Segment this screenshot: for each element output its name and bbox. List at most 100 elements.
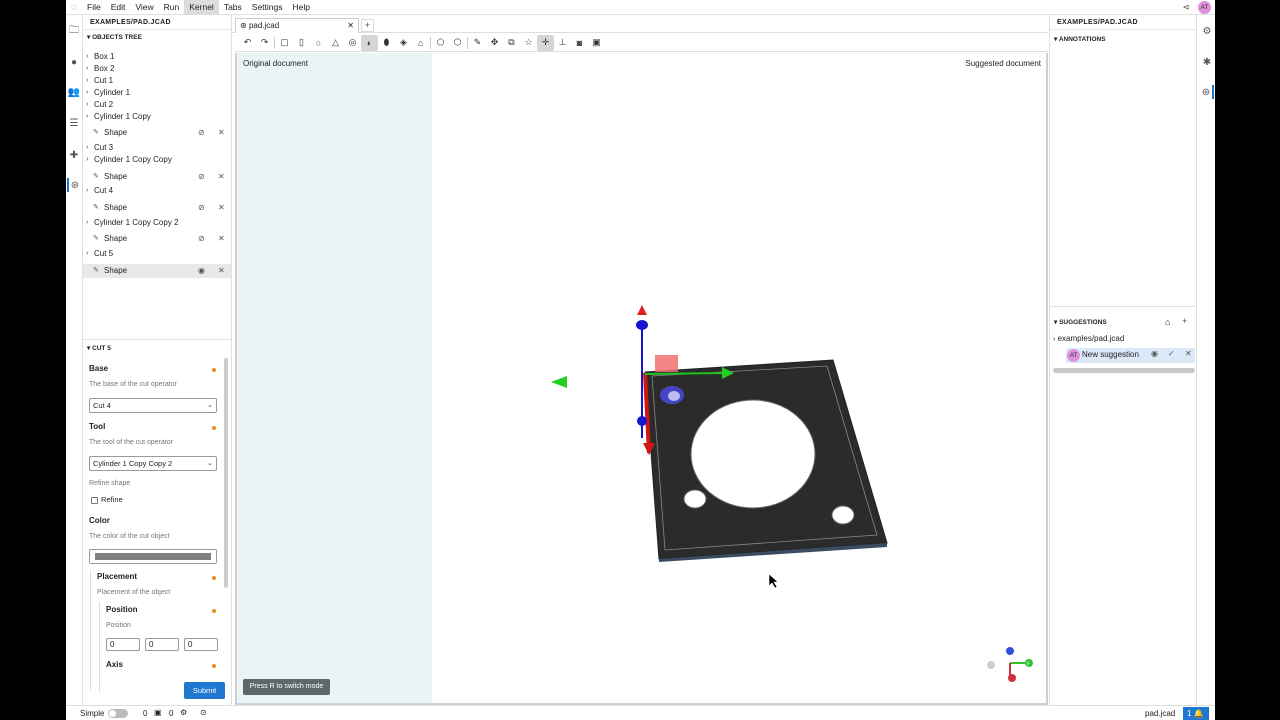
chevron-right-icon[interactable]: ›: [86, 154, 88, 166]
suggestion-root[interactable]: › examples/pad.jcad: [1053, 334, 1124, 343]
orientation-x-dot[interactable]: [1008, 674, 1016, 682]
delete-icon[interactable]: ✕: [218, 264, 225, 278]
tree-object-row[interactable]: › Cut 3: [83, 142, 231, 154]
tree-object-row[interactable]: › Cut 2: [83, 99, 231, 111]
gizmo-x-negative-arrow-icon[interactable]: [551, 376, 567, 388]
position-z-input[interactable]: 0: [184, 638, 218, 651]
redo-icon[interactable]: ↷: [256, 35, 273, 51]
cylinder-icon[interactable]: ▯: [293, 35, 310, 51]
add-suggestion-icon[interactable]: +: [1182, 316, 1187, 326]
delete-icon[interactable]: ✕: [218, 126, 225, 140]
tree-shape-row[interactable]: ✎ Shape ◉ ✕: [83, 264, 231, 278]
collaborators-icon[interactable]: 👥: [67, 85, 81, 99]
tree-object-row[interactable]: › Cylinder 1 Copy: [83, 111, 231, 123]
eye-off-icon[interactable]: ⊘: [198, 232, 205, 246]
star-icon[interactable]: ☆: [520, 35, 537, 51]
chevron-right-icon[interactable]: ›: [86, 217, 88, 229]
table-of-contents-icon[interactable]: ☰: [67, 116, 81, 130]
delete-icon[interactable]: ✕: [218, 232, 225, 246]
notifications-button[interactable]: 1 🔔: [1183, 707, 1209, 720]
chevron-right-icon[interactable]: ›: [86, 142, 88, 154]
chevron-right-icon[interactable]: ›: [86, 75, 88, 87]
jupyter-logo-icon[interactable]: ◌: [66, 0, 82, 15]
running-sessions-icon[interactable]: ●: [67, 55, 81, 69]
kernel-icon[interactable]: ⚙: [180, 708, 187, 717]
refine-checkbox[interactable]: [91, 497, 98, 504]
tab-pad-jcad[interactable]: ⊛ pad.jcad ✕: [235, 18, 359, 33]
sphere-icon[interactable]: ○: [310, 35, 327, 51]
gizmo-x-axis[interactable]: [644, 372, 728, 375]
submit-button[interactable]: Submit: [184, 682, 225, 699]
base-select[interactable]: Cut 4 ⌄: [89, 398, 217, 413]
tree-shape-row[interactable]: ✎ Shape ⊘ ✕: [83, 201, 231, 215]
tree-object-row[interactable]: › Cylinder 1 Copy Copy 2: [83, 217, 231, 229]
jupytercad-icon[interactable]: ⊛: [67, 178, 81, 192]
position-y-input[interactable]: 0: [145, 638, 179, 651]
suggestions-scrollbar[interactable]: [1053, 368, 1195, 373]
axes-icon[interactable]: ⊥: [554, 35, 571, 51]
menu-settings[interactable]: Settings: [247, 0, 288, 15]
close-tab-icon[interactable]: ✕: [347, 19, 354, 33]
tree-shape-row[interactable]: ✎ Shape ⊘ ✕: [83, 126, 231, 140]
color-picker[interactable]: [89, 549, 217, 564]
suggestions-header[interactable]: ▾ SUGGESTIONS: [1050, 315, 1197, 330]
menu-view[interactable]: View: [130, 0, 158, 15]
cut-icon[interactable]: ◐: [361, 34, 378, 51]
gizmo-z-handle[interactable]: [636, 320, 648, 330]
file-browser-icon[interactable]: 🗀: [67, 24, 81, 38]
tree-shape-row[interactable]: ✎ Shape ⊘ ✕: [83, 170, 231, 184]
gizmo-z-arrow-icon[interactable]: [637, 305, 647, 315]
tree-object-row[interactable]: › Box 2: [83, 63, 231, 75]
tree-object-row[interactable]: › Cut 5: [83, 248, 231, 260]
chevron-right-icon[interactable]: ›: [86, 63, 88, 75]
terminal-icon[interactable]: ▣: [588, 35, 605, 51]
chevron-right-icon[interactable]: ›: [86, 51, 88, 63]
suggestion-item[interactable]: AT New suggestion ◉ ✓ ✕: [1066, 348, 1195, 363]
sketch-pencil-icon[interactable]: ✎: [469, 35, 486, 51]
torus-icon[interactable]: ◎: [344, 35, 361, 51]
menu-run[interactable]: Run: [159, 0, 185, 15]
simple-mode-toggle[interactable]: [108, 709, 128, 718]
tree-object-row[interactable]: › Cylinder 1 Copy Copy: [83, 154, 231, 166]
transform-icon[interactable]: ✛: [537, 34, 554, 51]
menu-file[interactable]: File: [82, 0, 106, 15]
properties-scrollbar[interactable]: [224, 358, 228, 588]
accept-check-icon[interactable]: ✓: [1168, 349, 1175, 358]
menu-tabs[interactable]: Tabs: [219, 0, 247, 15]
eye-off-icon[interactable]: ⊘: [198, 170, 205, 184]
property-inspector-icon[interactable]: ⚙: [1200, 24, 1214, 38]
box-icon[interactable]: ▢: [276, 35, 293, 51]
home-icon[interactable]: ⌂: [1165, 317, 1170, 327]
tree-object-row[interactable]: › Cylinder 1: [83, 87, 231, 99]
explode-icon[interactable]: ✥: [486, 35, 503, 51]
3d-viewer[interactable]: Original document Press R to switch mode…: [235, 53, 1048, 705]
chevron-right-icon[interactable]: ›: [86, 248, 88, 260]
add-tab-button[interactable]: +: [361, 19, 374, 32]
objects-tree-header[interactable]: ▾ OBJECTS TREE: [83, 30, 231, 46]
gizmo-handle[interactable]: [637, 416, 647, 426]
fillet-icon[interactable]: ⬡: [449, 35, 466, 51]
menu-kernel[interactable]: Kernel: [184, 0, 219, 15]
position-x-input[interactable]: 0: [106, 638, 140, 651]
delete-icon[interactable]: ✕: [218, 201, 225, 215]
menu-help[interactable]: Help: [288, 0, 315, 15]
orientation-z-dot[interactable]: [1006, 647, 1014, 655]
screenshot-icon[interactable]: ◙: [571, 35, 588, 51]
tree-object-row[interactable]: › Box 1: [83, 51, 231, 63]
eye-off-icon[interactable]: ⊘: [198, 126, 205, 140]
intersection-icon[interactable]: ⌂: [412, 35, 429, 51]
eye-icon[interactable]: ◉: [198, 264, 205, 278]
chamfer-icon[interactable]: ⬠: [432, 35, 449, 51]
clip-plane-icon[interactable]: ⧉: [503, 35, 520, 51]
chevron-right-icon[interactable]: ›: [86, 111, 88, 123]
delete-icon[interactable]: ✕: [218, 170, 225, 184]
activity-icon[interactable]: ⊙: [200, 708, 207, 717]
user-avatar[interactable]: AT: [1198, 1, 1211, 14]
jupytercad-annotations-icon[interactable]: ⊛: [1200, 85, 1214, 99]
reject-close-icon[interactable]: ✕: [1185, 349, 1192, 358]
chevron-right-icon[interactable]: ›: [86, 87, 88, 99]
union-icon[interactable]: ◈: [395, 35, 412, 51]
menu-edit[interactable]: Edit: [106, 0, 131, 15]
chevron-right-icon[interactable]: ›: [86, 99, 88, 111]
extrude-icon[interactable]: ⬮: [378, 35, 395, 51]
